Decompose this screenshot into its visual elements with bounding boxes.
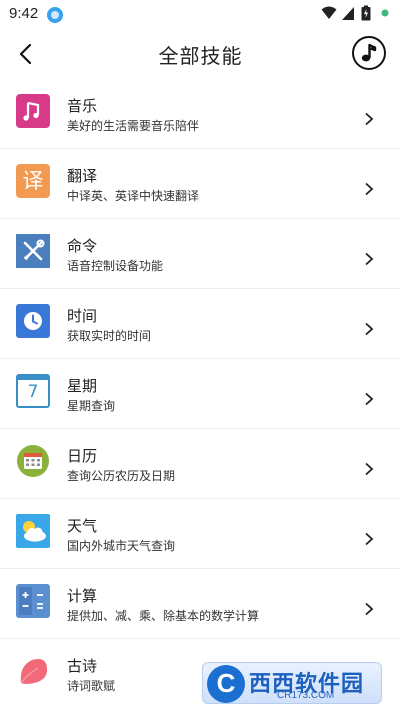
skill-name: 音乐 <box>67 97 98 115</box>
watermark-subtext: CR173.COM <box>277 690 335 701</box>
skill-name: 计算 <box>67 587 98 605</box>
skill-item-calculator[interactable]: 计算 提供加、减、乘、除基本的数学计算 <box>0 569 401 639</box>
skill-item-time[interactable]: 时间 获取实时的时间 <box>0 289 401 359</box>
clock-icon <box>16 304 50 338</box>
skill-description: 提供加、减、乘、除基本的数学计算 <box>67 609 260 623</box>
signal-icon <box>342 7 354 20</box>
chevron-right-icon <box>365 322 374 336</box>
calendar-grid-icon <box>17 445 49 477</box>
skill-description: 星期查询 <box>67 399 116 413</box>
watermark-logo-icon: C <box>207 665 245 703</box>
status-icons <box>321 5 393 23</box>
translate-icon: 译 <box>16 164 50 198</box>
skill-name: 古诗 <box>67 657 98 675</box>
skill-name: 时间 <box>67 307 98 325</box>
chevron-right-icon <box>365 462 374 476</box>
tools-icon <box>16 234 50 268</box>
music-button[interactable] <box>352 36 386 70</box>
skill-item-translate[interactable]: 译 翻译 中译英、英译中快速翻译 <box>0 149 401 219</box>
chevron-right-icon <box>365 532 374 546</box>
battery-icon <box>361 5 371 21</box>
music-note-icon <box>16 94 50 128</box>
chevron-right-icon <box>365 602 374 616</box>
petal-icon <box>20 659 48 684</box>
wifi-icon <box>321 6 337 19</box>
page-title: 全部技能 <box>158 44 243 68</box>
skill-description: 中译英、英译中快速翻译 <box>67 189 200 203</box>
calendar-icon: 7 <box>16 374 50 408</box>
skill-description: 国内外城市天气查询 <box>67 539 176 553</box>
weather-icon <box>16 514 50 548</box>
skill-name: 日历 <box>67 447 98 465</box>
skill-description: 语音控制设备功能 <box>67 259 164 273</box>
skill-name: 星期 <box>67 377 98 395</box>
skill-description: 诗词歌赋 <box>67 679 116 693</box>
skill-name: 翻译 <box>67 167 98 185</box>
skill-description: 查询公历农历及日期 <box>67 469 176 483</box>
notification-app-icon <box>47 7 63 23</box>
notification-dot-icon <box>381 9 389 17</box>
music-note-icon <box>361 43 377 62</box>
chevron-right-icon <box>365 252 374 266</box>
skill-item-calendar[interactable]: 日历 查询公历农历及日期 <box>0 429 401 499</box>
status-time: 9:42 <box>9 5 39 22</box>
chevron-right-icon <box>365 112 374 126</box>
status-bar: 9:42 <box>0 0 401 28</box>
chevron-right-icon <box>365 392 374 406</box>
skill-name: 天气 <box>67 517 98 535</box>
skill-list: 音乐 美好的生活需要音乐陪伴 译 翻译 中译英、英译中快速翻译 命令 语音控制设… <box>0 79 401 709</box>
chevron-right-icon <box>365 182 374 196</box>
skill-description: 获取实时的时间 <box>67 329 152 343</box>
skill-item-weekday[interactable]: 7 星期 星期查询 <box>0 359 401 429</box>
calculator-icon <box>16 584 50 618</box>
skill-description: 美好的生活需要音乐陪伴 <box>67 119 200 133</box>
skill-item-music[interactable]: 音乐 美好的生活需要音乐陪伴 <box>0 79 401 149</box>
app-header: 全部技能 <box>0 30 401 78</box>
skill-name: 命令 <box>67 237 98 255</box>
skill-item-command[interactable]: 命令 语音控制设备功能 <box>0 219 401 289</box>
watermark-logo: C 西西软件园 CR173.COM <box>202 662 382 704</box>
skill-item-weather[interactable]: 天气 国内外城市天气查询 <box>0 499 401 569</box>
